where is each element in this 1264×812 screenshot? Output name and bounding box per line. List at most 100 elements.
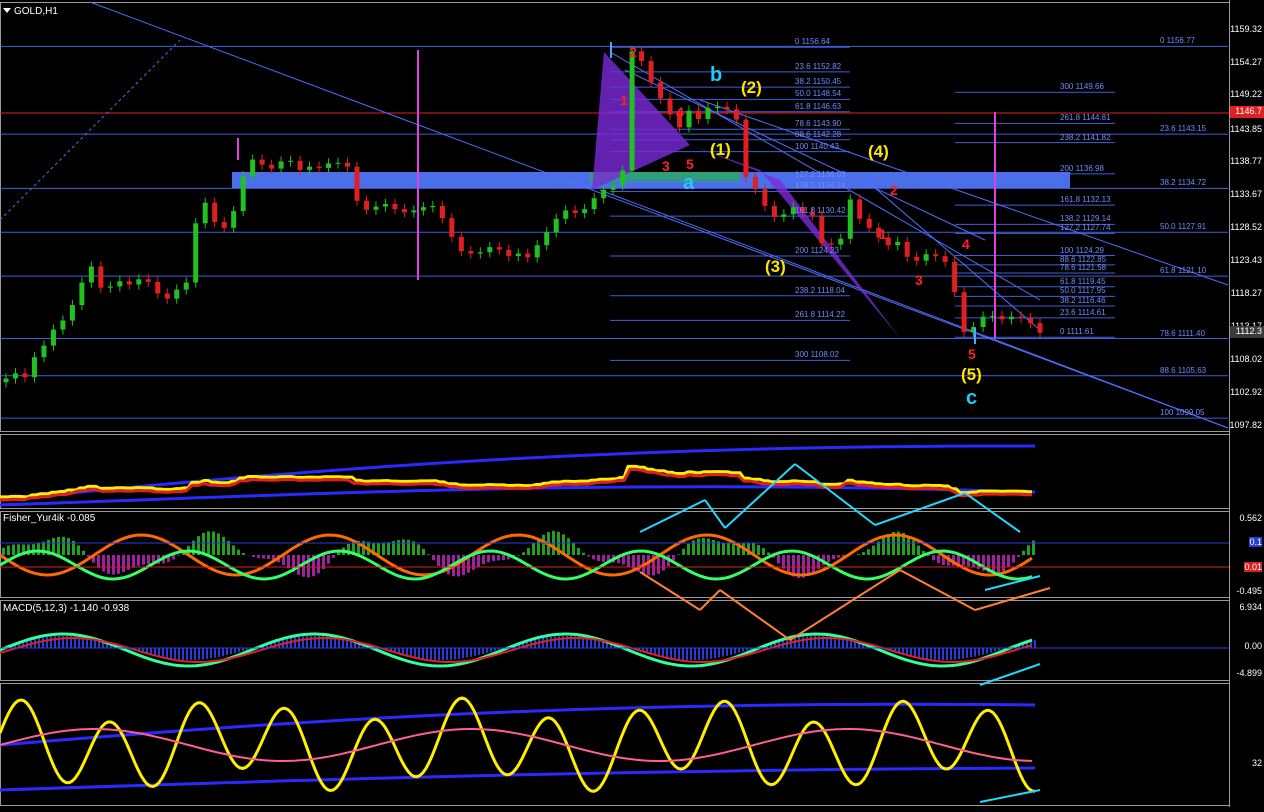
fisher-histogram-bar [587,555,590,557]
macd-histogram-bar [958,648,960,659]
fisher-histogram-bar [12,544,15,555]
candle-body [848,199,853,238]
orange-divergence-arrow [790,570,900,640]
fisher-histogram-bar [457,555,460,576]
fisher-histogram-bar [777,555,780,563]
chart-title: GOLD,H1 [14,6,58,17]
candle-body [819,216,824,244]
candle-body [288,161,293,162]
macd-histogram-bar [410,648,412,657]
macd-histogram-bar [686,648,688,660]
macd-histogram-bar [162,648,164,657]
candle-body [117,281,122,286]
macd-histogram-bar [970,648,972,657]
candle-body [506,250,511,256]
candle-body [298,161,303,170]
price-tick-label: 1138.77 [1230,156,1262,166]
fisher-histogram-bar [872,546,875,555]
candle-body [478,252,483,253]
wave-label: 2 [629,44,637,60]
fisher-histogram-bar [142,555,145,565]
candle-body [620,170,625,185]
macd-histogram-bar [178,648,180,660]
macd-histogram-bar [434,648,436,660]
fisher-histogram-bar [397,540,400,555]
cyan-divergence-arrow [980,664,1040,685]
fisher-histogram-bar [382,543,385,555]
candle-body [895,242,900,245]
fisher-histogram-bar [702,538,705,555]
macd-histogram-bar [454,648,456,659]
candle-body [981,317,986,327]
candle-body [70,305,75,320]
macd-histogram-bar [482,648,484,654]
wave-label: 3 [915,272,923,288]
fisher-histogram-bar [172,555,175,559]
fisher-histogram-bar [237,550,240,555]
fisher-histogram-bar [712,540,715,555]
macd-histogram-bar [914,648,916,657]
fisher-histogram-bar [252,555,255,557]
candle-body [857,199,862,218]
fib-retrace-label: 138.2 1134.24 [795,181,846,190]
candle-body [184,283,189,290]
candle-body [421,207,426,210]
fib-extension-label: 38.2 1116.46 [1060,296,1106,305]
macd-histogram-bar [730,648,732,655]
fisher-histogram-bar [517,555,520,556]
macd-histogram-bar [158,648,160,657]
macd-histogram-bar [714,648,716,658]
fisher-histogram-bar [682,549,685,555]
macd-histogram-bar [670,648,672,658]
fisher-histogram-bar [472,555,475,570]
candle-body [611,185,616,190]
fisher-histogram-bar [697,538,700,555]
candle-body [345,163,350,167]
fib-retrace-label: 127.2 1136.03 [795,170,846,179]
candle-body [279,161,284,168]
price-tick-label: 1133.67 [1230,189,1262,199]
candle-body [838,239,843,245]
macd-histogram-bar [218,648,220,657]
macd-histogram-bar [490,648,492,652]
macd-histogram-bar [946,648,948,660]
fisher-histogram-bar [577,548,580,555]
candle-body [734,109,739,119]
wave-label: a [683,172,694,195]
macd-histogram-bar [438,648,440,660]
candle-body [952,262,957,292]
fisher-histogram-bar [727,543,730,555]
price-tick-label: 1102.92 [1230,387,1262,397]
fib-retrace-label: 200 1124.23 [795,246,839,255]
macd-histogram-bar [414,648,416,658]
candle-body [174,290,179,299]
macd-histogram-bar [702,648,704,660]
fisher-histogram-bar [572,543,575,555]
macd-histogram-bar [690,648,692,660]
chart-menu-icon[interactable] [3,8,11,13]
fib-extension-label: 261.8 1144.81 [1060,113,1111,122]
macd-histogram-bar [962,648,964,659]
macd-histogram-bar [726,648,728,656]
fisher-histogram-bar [722,543,725,555]
candle-body [89,266,94,282]
orange-divergence-arrow [640,572,700,610]
candle-body [544,232,549,245]
fib-extension-label: 161.8 1132.13 [1060,195,1111,204]
wave-label: (4) [868,142,889,162]
candle-body [127,281,132,284]
macd-histogram-bar [662,648,664,657]
fisher-histogram-bar [837,555,840,558]
fisher-histogram-bar [97,555,100,568]
macd-histogram-bar [974,648,976,656]
candle-body [440,206,445,218]
candle-body [630,51,635,170]
fisher-histogram-bar [202,533,205,555]
fib-main-label: 50.0 1127.91 [1160,222,1206,231]
fisher-histogram-bar [122,555,125,572]
fisher-histogram-bar [427,554,430,555]
price-tick-label: 1097.82 [1229,420,1262,430]
fisher-histogram-bar [497,555,500,561]
fisher-histogram-bar [327,555,330,564]
candle-body [326,163,331,168]
